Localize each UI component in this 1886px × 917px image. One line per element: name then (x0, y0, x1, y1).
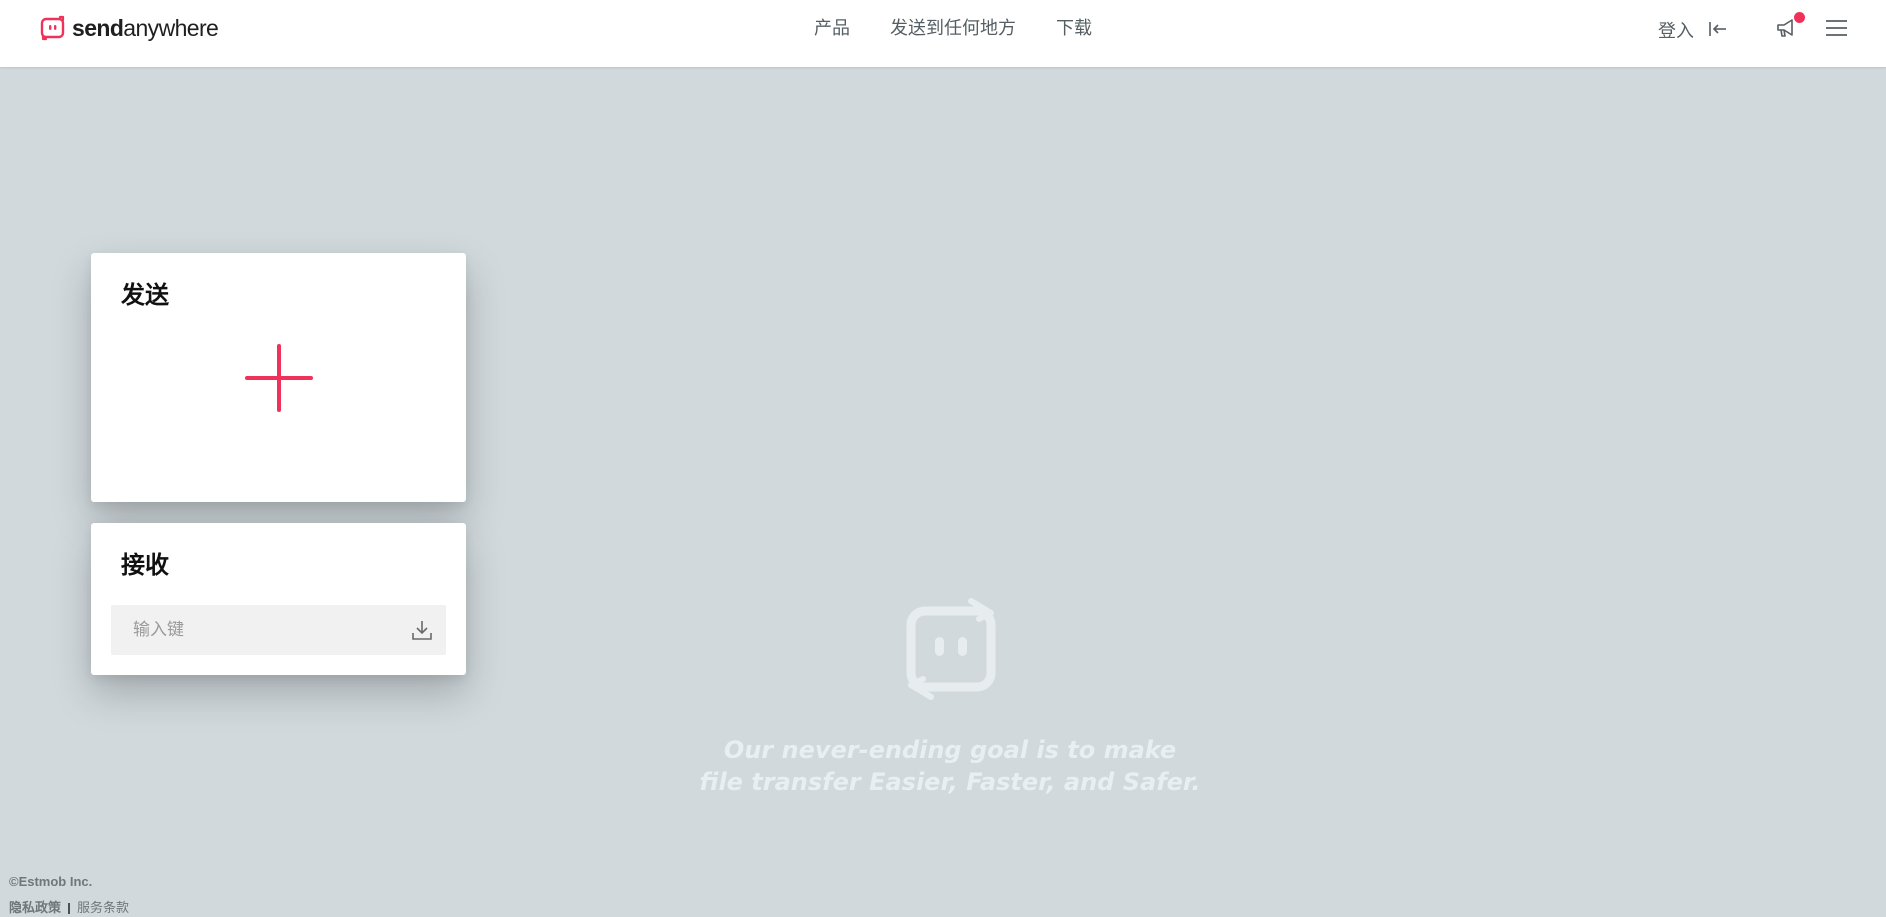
receive-card: 接收 (91, 523, 466, 675)
login-button[interactable]: 登入 (1658, 19, 1728, 43)
privacy-policy-link[interactable]: 隐私政策 (9, 898, 61, 917)
key-field (111, 605, 446, 655)
top-header: sendanywhere 产品 发送到任何地方 下载 登入 (0, 0, 1886, 67)
sendanywhere-watermark-icon (906, 598, 996, 700)
copyright-text: ©Estmob Inc. (9, 874, 93, 889)
login-label: 登入 (1658, 21, 1694, 41)
logo-wordmark: sendanywhere (72, 15, 219, 41)
main-nav: 产品 发送到任何地方 下载 (814, 16, 1092, 40)
tagline-line-2: file transfer Easier, Faster, and Safer. (699, 768, 1201, 796)
notification-dot (1794, 12, 1805, 23)
footer: ©Estmob Inc. 隐私政策 服务条款 (9, 872, 129, 917)
tagline: Our never-ending goal is to make file tr… (640, 734, 1260, 798)
hamburger-menu-icon[interactable] (1826, 19, 1847, 37)
nav-item-download[interactable]: 下载 (1056, 16, 1092, 40)
download-icon[interactable] (411, 619, 433, 641)
send-card: 发送 (91, 253, 466, 502)
sendanywhere-logo-icon (40, 15, 65, 41)
nav-item-products[interactable]: 产品 (814, 16, 850, 40)
receive-card-title: 接收 (121, 552, 169, 579)
logo-link[interactable]: sendanywhere (40, 14, 219, 42)
nav-item-send-anywhere[interactable]: 发送到任何地方 (890, 16, 1016, 40)
footer-divider (68, 902, 71, 914)
footer-links: 隐私政策 服务条款 (9, 898, 129, 917)
plus-icon[interactable] (244, 343, 314, 413)
tagline-line-1: Our never-ending goal is to make (723, 736, 1177, 764)
announcement-button[interactable] (1775, 12, 1805, 40)
send-card-title: 发送 (121, 282, 169, 309)
login-arrow-icon (1709, 22, 1726, 36)
terms-of-service-link[interactable]: 服务条款 (77, 898, 129, 917)
key-input[interactable] (111, 605, 391, 655)
